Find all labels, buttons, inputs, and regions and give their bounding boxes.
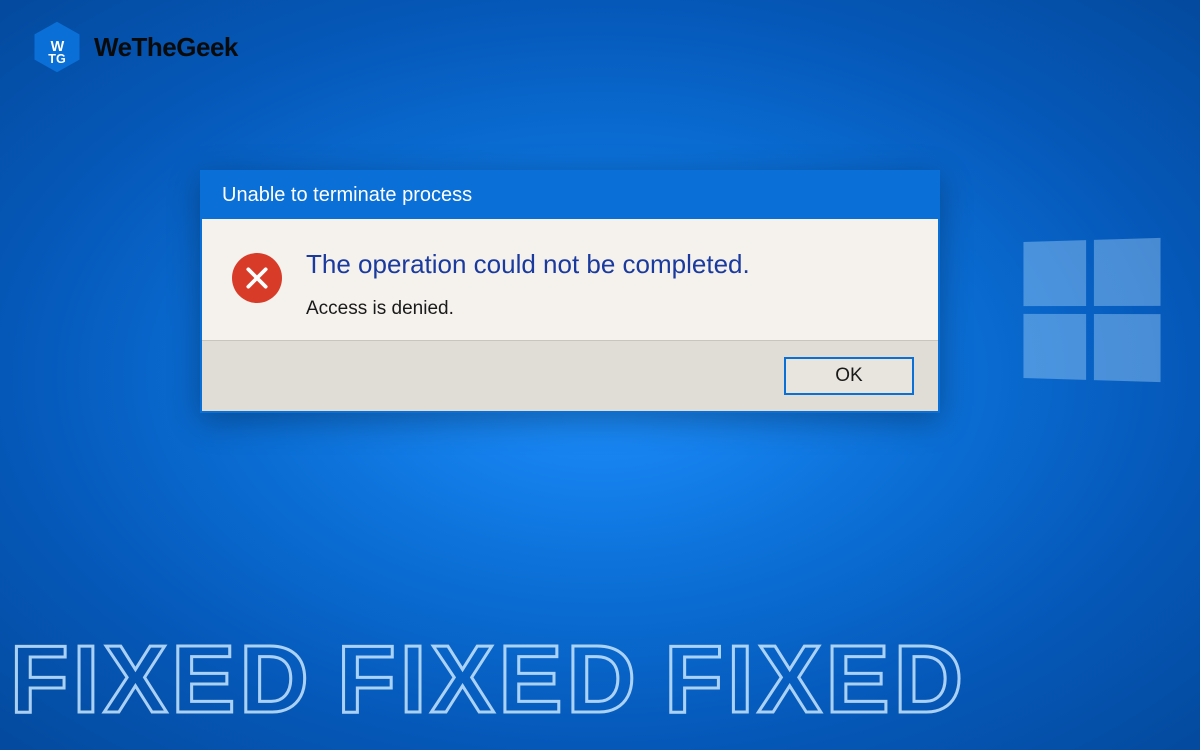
- dialog-title: Unable to terminate process: [202, 172, 938, 219]
- brand-name: WeTheGeek: [94, 32, 238, 63]
- dialog-sub-message: Access is denied.: [306, 298, 908, 320]
- logo-hexagon-icon: W TG: [30, 20, 84, 74]
- dialog-footer: OK: [202, 340, 938, 411]
- svg-text:TG: TG: [48, 52, 66, 66]
- brand-logo: W TG WeTheGeek: [30, 20, 238, 74]
- dialog-message-area: The operation could not be completed. Ac…: [306, 249, 908, 320]
- error-x-icon: [232, 253, 282, 303]
- dialog-main-message: The operation could not be completed.: [306, 249, 908, 280]
- fixed-word-2: FIXED: [337, 625, 640, 735]
- fixed-word-3: FIXED: [664, 625, 967, 735]
- fixed-word-1: FIXED: [10, 625, 313, 735]
- fixed-banner: FIXED FIXED FIXED: [10, 625, 1190, 735]
- ok-button[interactable]: OK: [784, 357, 914, 395]
- dialog-body: The operation could not be completed. Ac…: [202, 219, 938, 340]
- error-dialog: Unable to terminate process The operatio…: [200, 170, 940, 413]
- windows-logo-icon: [1023, 238, 1160, 382]
